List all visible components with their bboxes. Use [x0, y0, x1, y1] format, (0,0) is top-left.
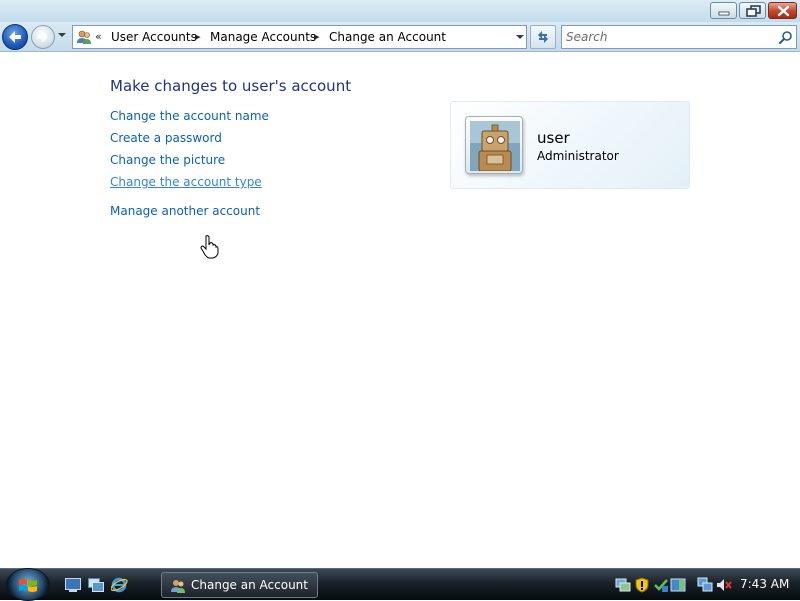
breadcrumb-separator[interactable]: ▸: [314, 30, 320, 43]
search-input[interactable]: [566, 28, 766, 46]
refresh-button[interactable]: [530, 25, 556, 49]
start-button[interactable]: [6, 568, 50, 601]
security-shield-icon[interactable]: [634, 577, 650, 593]
network-status-icon[interactable]: [697, 577, 713, 593]
user-role: Administrator: [537, 149, 619, 163]
close-button[interactable]: [768, 2, 797, 19]
update-icon[interactable]: [653, 577, 669, 593]
breadcrumb-manage-accounts[interactable]: Manage Accounts: [210, 30, 316, 44]
address-dropdown-icon[interactable]: [513, 26, 527, 48]
taskbar-window-label: Change an Account: [191, 578, 308, 592]
back-button[interactable]: [2, 24, 28, 50]
breadcrumb-user-accounts[interactable]: User Accounts: [111, 30, 197, 44]
create-password-link[interactable]: Create a password: [110, 131, 222, 145]
change-account-name-link[interactable]: Change the account name: [110, 109, 269, 123]
volume-muted-icon[interactable]: [716, 577, 732, 593]
network-icon[interactable]: [615, 577, 631, 593]
recent-pages-dropdown-icon[interactable]: [57, 31, 67, 39]
switch-windows-icon[interactable]: [88, 578, 104, 592]
minimize-icon: [718, 11, 730, 16]
overflow-chevron[interactable]: «: [95, 30, 102, 43]
maximize-button[interactable]: [739, 2, 766, 19]
change-account-type-link[interactable]: Change the account type: [110, 175, 262, 189]
robot-picture-icon: [470, 121, 520, 171]
search-box[interactable]: [561, 25, 797, 49]
address-bar[interactable]: « User Accounts ▸ Manage Accounts ▸ Chan…: [72, 25, 527, 49]
user-accounts-icon: [77, 30, 91, 44]
content-area: Make changes to user's account Change th…: [0, 53, 800, 568]
user-name: user: [537, 129, 570, 147]
show-desktop-icon[interactable]: [65, 578, 81, 592]
taskbar-window-button[interactable]: Change an Account: [161, 572, 318, 598]
clock[interactable]: 7:43 AM: [740, 577, 789, 591]
refresh-icon: [538, 31, 548, 43]
user-picture: [465, 116, 523, 174]
sidebar-icon[interactable]: [670, 577, 686, 593]
manage-another-account-link[interactable]: Manage another account: [110, 204, 260, 218]
restore-icon: [746, 5, 761, 17]
navigation-bar: « User Accounts ▸ Manage Accounts ▸ Chan…: [0, 22, 800, 52]
change-picture-link[interactable]: Change the picture: [110, 153, 225, 167]
page-title: Make changes to user's account: [110, 77, 352, 95]
account-card: user Administrator: [450, 101, 690, 189]
breadcrumb-change-account[interactable]: Change an Account: [329, 30, 446, 44]
user-accounts-icon: [171, 580, 185, 593]
arrow-right-icon: [37, 31, 48, 43]
forward-button[interactable]: [31, 25, 55, 49]
windows-logo-icon: [19, 579, 37, 592]
search-icon[interactable]: [778, 30, 794, 46]
breadcrumb-separator[interactable]: ▸: [195, 30, 201, 43]
arrow-left-icon: [9, 31, 21, 43]
hand-cursor-icon: [200, 235, 219, 259]
close-icon: [777, 5, 790, 17]
minimize-button[interactable]: [710, 2, 737, 19]
taskbar: Change an Account 7:43 AM: [0, 568, 800, 601]
title-bar: [0, 0, 800, 22]
internet-explorer-icon[interactable]: [111, 577, 128, 593]
